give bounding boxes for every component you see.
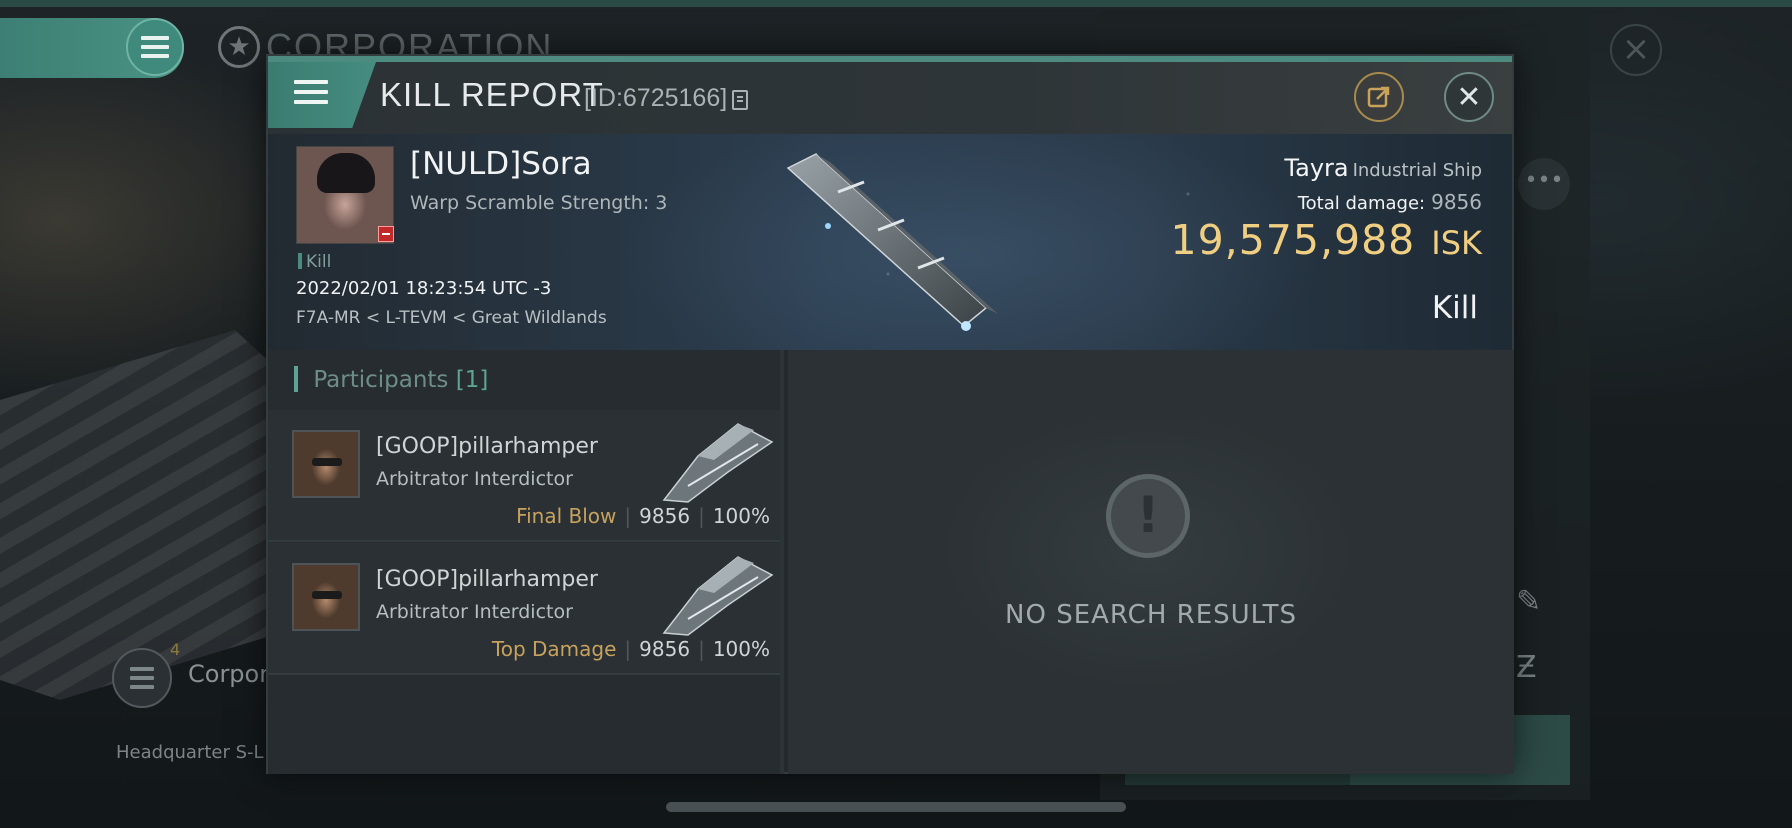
report-id: [ID:6725166] [584, 84, 728, 112]
exclamation-icon: ! [1106, 474, 1190, 558]
participant-tag: Final Blow [516, 504, 617, 528]
copy-icon[interactable] [732, 90, 748, 110]
participants-count: [1] [455, 367, 489, 393]
ship-name[interactable]: Tayra [1284, 154, 1348, 182]
loss-badge-icon [378, 226, 394, 242]
headquarter-label: Headquarter S-L [116, 742, 264, 763]
participant-row[interactable]: [GOOP]pillarhamper Arbitrator Interdicto… [268, 410, 780, 542]
corporation-icon: ★ [218, 26, 260, 68]
participants-label: Participants [313, 367, 449, 393]
dialog-header: KILL REPORT [ID:6725166] ✕ [268, 62, 1512, 134]
participant-row[interactable]: [GOOP]pillarhamper Arbitrator Interdicto… [268, 543, 780, 675]
edit-icon[interactable]: ✎ [1516, 584, 1541, 619]
filter-icon[interactable]: Ƶ [1516, 650, 1537, 685]
empty-state-panel: ! NO SEARCH RESULTS [788, 350, 1514, 774]
kill-report-dialog: KILL REPORT [ID:6725166] ✕ [NULD]Sora Wa… [266, 54, 1514, 774]
ship-type-line: Tayra Industrial Ship [1284, 154, 1482, 182]
participants-panel: Participants [1] [GOOP]pillarhamper Arbi… [268, 350, 784, 774]
victim-name[interactable]: [NULD]Sora [410, 146, 592, 182]
participant-name[interactable]: [GOOP]pillarhamper [376, 434, 598, 459]
participant-ship: Arbitrator Interdictor [376, 468, 573, 490]
kill-timestamp: 2022/02/01 18:23:54 UTC -3 [296, 278, 552, 299]
kill-tag: Kill [298, 252, 331, 272]
total-damage-label: Total damage: [1297, 193, 1426, 214]
victim-subtitle: Warp Scramble Strength: 3 [410, 192, 668, 214]
isk-value: 19,575,988 [1170, 216, 1416, 264]
main-menu-button[interactable] [126, 18, 184, 76]
participant-stats: Top Damage | 9856 | 100% [491, 637, 770, 661]
participants-header: Participants [1] [294, 366, 488, 393]
participant-ship-image[interactable] [658, 416, 778, 506]
ship-class: Industrial Ship [1352, 160, 1482, 181]
isk-unit: ISK [1431, 224, 1482, 262]
background-close-icon[interactable]: × [1610, 24, 1662, 76]
victim-banner: [NULD]Sora Warp Scramble Strength: 3 Kil… [268, 134, 1512, 350]
participant-damage: 9856 [639, 637, 691, 661]
participant-stats: Final Blow | 9856 | 100% [516, 504, 770, 528]
more-icon[interactable]: ••• [1518, 158, 1570, 210]
participant-percent: 100% [712, 637, 770, 661]
menu-icon [294, 80, 328, 104]
participant-damage: 9856 [639, 504, 691, 528]
notification-badge: 4 [170, 640, 181, 659]
home-indicator[interactable] [666, 802, 1126, 812]
participant-percent: 100% [712, 504, 770, 528]
close-icon: ✕ [1456, 79, 1482, 115]
participant-ship: Arbitrator Interdictor [376, 601, 573, 623]
share-icon [1367, 86, 1390, 108]
participant-portrait[interactable] [292, 563, 360, 631]
total-damage-line: Total damage: 9856 [1298, 190, 1482, 214]
participant-ship-image[interactable] [658, 549, 778, 639]
share-button[interactable] [1354, 72, 1404, 122]
total-damage-value: 9856 [1431, 190, 1482, 214]
dialog-menu-button[interactable] [268, 62, 376, 128]
close-button[interactable]: ✕ [1444, 72, 1494, 122]
victim-ship-image[interactable] [768, 148, 1008, 348]
participant-name[interactable]: [GOOP]pillarhamper [376, 567, 598, 592]
menu-icon [141, 36, 169, 40]
participant-portrait[interactable] [292, 430, 360, 498]
empty-state-text: NO SEARCH RESULTS [1005, 600, 1297, 630]
dialog-title: KILL REPORT [380, 76, 604, 113]
participant-tag: Top Damage [491, 637, 617, 661]
isk-value-line: 19,575,988 ISK [1171, 216, 1482, 264]
result-label: Kill [1431, 290, 1478, 326]
top-accent-line [0, 0, 1792, 7]
kill-location[interactable]: F7A-MR < L-TEVM < Great Wildlands [296, 308, 607, 328]
corporation-menu-button[interactable] [112, 648, 172, 708]
